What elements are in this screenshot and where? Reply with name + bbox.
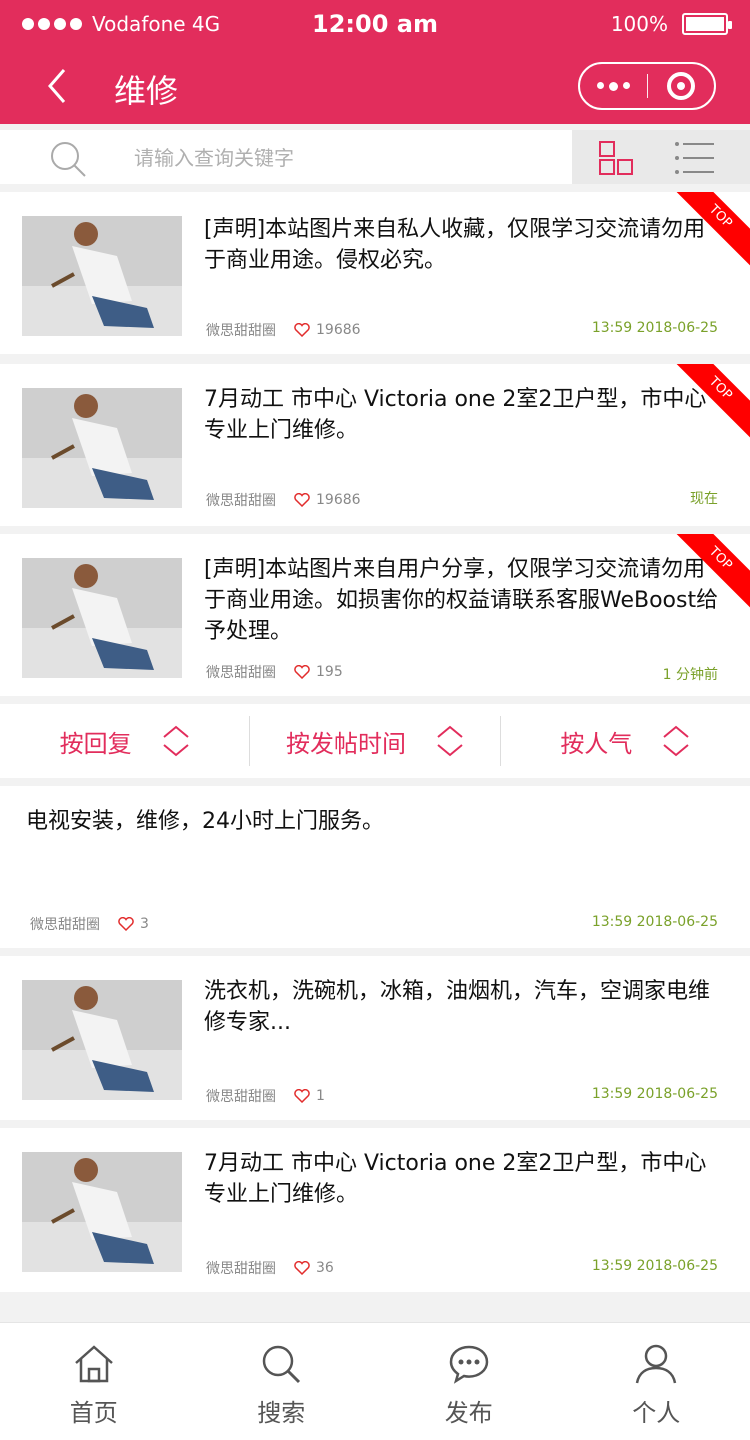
post-author: 微思甜甜圈: [206, 1261, 276, 1277]
repairman-image: [22, 388, 182, 508]
home-icon: [74, 1345, 113, 1383]
list-item[interactable]: [声明]本站图片来自用户分享，仅限学习交流请勿用于商业用途。如损害你的权益请联系…: [0, 534, 750, 696]
post-text: 7月动工 市中心 Victoria one 2室2卫户型，市中心专业上门维修。: [204, 1151, 707, 1207]
list-item[interactable]: [声明]本站图片来自私人收藏，仅限学习交流请勿用于商业用途。侵权必究。 微思甜甜…: [0, 192, 750, 354]
list-item[interactable]: 7月动工 市中心 Victoria one 2室2卫户型，市中心专业上门维修。 …: [0, 1128, 750, 1292]
target-icon: [666, 72, 695, 100]
battery-area: 100%: [610, 12, 732, 36]
post-thumbnail: [22, 216, 182, 336]
user-icon: [636, 1344, 677, 1384]
heart-icon[interactable]: [294, 665, 310, 679]
sort-by-reply-label: 按回复: [59, 729, 132, 758]
heart-icon[interactable]: [294, 493, 310, 507]
tab-post-label: 发布: [444, 1399, 493, 1427]
tab-bar: 首页 搜索 发布 个人: [0, 1322, 750, 1440]
post-text: 洗衣机，洗碗机，冰箱，油烟机，汽车，空调家电维修专家...: [204, 979, 711, 1035]
like-count: 19686: [316, 322, 361, 338]
sort-by-reply[interactable]: 按回复: [0, 716, 249, 766]
repairman-image: [22, 558, 182, 678]
post-text: 电视安装，维修，24小时上门服务。: [26, 809, 384, 834]
post-meta: 微思甜甜圈 36: [206, 1258, 334, 1278]
header: Vodafone 4G 12:00 am 100% 维修: [0, 0, 750, 124]
post-author: 微思甜甜圈: [206, 323, 276, 339]
tab-profile[interactable]: 个人: [563, 1323, 750, 1440]
like-count: 195: [316, 664, 343, 680]
tab-post[interactable]: 发布: [375, 1323, 563, 1440]
status-bar: Vodafone 4G 12:00 am 100%: [0, 0, 750, 50]
search-input[interactable]: [134, 140, 554, 176]
post-author: 微思甜甜圈: [206, 493, 276, 509]
sort-bar: 按回复 按发帖时间 按人气: [0, 704, 750, 778]
search-icon: [263, 1345, 301, 1384]
heart-icon[interactable]: [294, 1089, 310, 1103]
battery-percent: 100%: [610, 12, 668, 36]
repairman-image: [22, 1152, 182, 1272]
sort-arrows-icon: [163, 725, 189, 757]
tab-search[interactable]: 搜索: [188, 1323, 376, 1440]
nav-bar: 维修: [0, 50, 750, 124]
post-meta: 微思甜甜圈 1: [206, 1086, 325, 1106]
post-time: 13:59 2018-06-25: [591, 1086, 718, 1102]
grid-view-icon[interactable]: [598, 140, 636, 176]
post-thumbnail: [22, 980, 182, 1100]
post-author: 微思甜甜圈: [30, 917, 100, 933]
post-text: 7月动工 市中心 Victoria one 2室2卫户型，市中心专业上门维修。: [204, 387, 707, 443]
like-count: 36: [316, 1260, 334, 1276]
post-meta: 微思甜甜圈 195: [206, 662, 343, 682]
tab-profile-label: 个人: [632, 1399, 681, 1427]
heart-icon[interactable]: [294, 1261, 310, 1275]
mini-program-capsule: [578, 62, 716, 110]
post-time: 13:59 2018-06-25: [591, 320, 718, 336]
post-text: [声明]本站图片来自用户分享，仅限学习交流请勿用于商业用途。如损害你的权益请联系…: [204, 557, 719, 644]
list-view-icon[interactable]: [674, 140, 716, 176]
list-item[interactable]: 7月动工 市中心 Victoria one 2室2卫户型，市中心专业上门维修。 …: [0, 364, 750, 526]
sort-by-post-time[interactable]: 按发帖时间: [250, 716, 499, 766]
heart-icon[interactable]: [294, 323, 310, 337]
repairman-image: [22, 216, 182, 336]
post-author: 微思甜甜圈: [206, 1089, 276, 1105]
post-time: 1 分钟前: [662, 667, 718, 683]
post-text: [声明]本站图片来自私人收藏，仅限学习交流请勿用于商业用途。侵权必究。: [204, 217, 706, 273]
post-meta: 微思甜甜圈 3: [30, 914, 149, 934]
post-thumbnail: [22, 388, 182, 508]
like-count: 1: [316, 1088, 325, 1104]
post-time: 现在: [690, 491, 718, 507]
sort-arrows-icon: [437, 725, 463, 757]
sort-by-post-time-label: 按发帖时间: [285, 729, 406, 758]
close-mini-program-button[interactable]: [648, 72, 715, 100]
sort-by-popularity-label: 按人气: [560, 729, 633, 758]
post-meta: 微思甜甜圈 19686: [206, 490, 361, 510]
chat-icon: [449, 1345, 489, 1384]
search-bar: [0, 130, 572, 184]
post-author: 微思甜甜圈: [206, 665, 276, 681]
list-item[interactable]: 电视安装，维修，24小时上门服务。 微思甜甜圈 3 13:59 2018-06-…: [0, 786, 750, 948]
heart-icon[interactable]: [118, 917, 134, 931]
sort-by-popularity[interactable]: 按人气: [501, 716, 750, 766]
sort-arrows-icon: [663, 725, 689, 757]
back-icon[interactable]: [38, 66, 78, 106]
tab-home[interactable]: 首页: [0, 1323, 188, 1440]
post-time: 13:59 2018-06-25: [591, 1258, 718, 1274]
list-item[interactable]: 洗衣机，洗碗机，冰箱，油烟机，汽车，空调家电维修专家... 微思甜甜圈 1 13…: [0, 956, 750, 1120]
search-icon[interactable]: [48, 139, 88, 179]
page-title: 维修: [114, 72, 179, 110]
battery-icon: [682, 13, 732, 35]
like-count: 3: [140, 916, 149, 932]
like-count: 19686: [316, 492, 361, 508]
post-time: 13:59 2018-06-25: [591, 914, 718, 930]
post-meta: 微思甜甜圈 19686: [206, 320, 361, 340]
more-icon[interactable]: [580, 81, 647, 91]
post-thumbnail: [22, 1152, 182, 1272]
view-toggle: [572, 130, 750, 184]
post-thumbnail: [22, 558, 182, 678]
repairman-image: [22, 980, 182, 1100]
tab-search-label: 搜索: [257, 1399, 306, 1427]
tab-home-label: 首页: [69, 1399, 118, 1427]
